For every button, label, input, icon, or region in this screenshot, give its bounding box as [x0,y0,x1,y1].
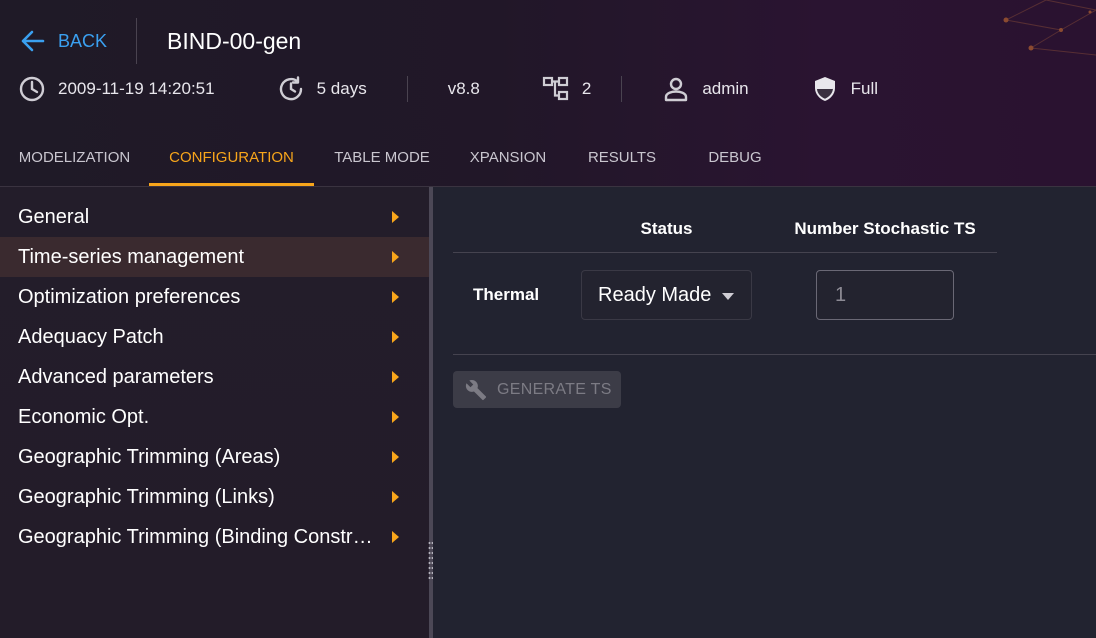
tab-xpansion[interactable]: XPANSION [450,128,566,186]
caret-right-icon [392,451,399,463]
owner-text: admin [702,79,749,98]
variants-text: 2 [581,79,592,98]
menu-item-label: Time-series management [18,245,245,268]
person-icon [665,77,688,102]
menu-item-label: Advanced parameters [18,365,214,388]
account-tree-icon [542,76,568,101]
study-age: 5 days [277,75,367,103]
age-text: 5 days [316,79,367,98]
menu-item-optimization[interactable]: Optimization preferences [0,277,430,317]
variants-count[interactable]: 2 [542,76,591,102]
shield-icon [814,77,835,101]
caret-down-icon [722,293,734,300]
tab-debug[interactable]: DEBUG [678,128,792,186]
header-divider [453,252,997,253]
menu-item-adequacy-patch[interactable]: Adequacy Patch [0,317,430,357]
study-permission: Full [811,75,878,103]
menu-item-label: General [18,205,90,228]
column-header-status: Status [640,219,693,238]
row-label-thermal: Thermal [473,285,540,304]
caret-right-icon [392,211,399,223]
study-version: v8.8 [448,79,480,99]
caret-right-icon [392,531,399,543]
menu-item-label: Economic Opt. [18,405,150,428]
menu-item-label: Geographic Trimming (Links) [18,485,275,508]
menu-item-label: Adequacy Patch [18,325,164,348]
time-series-panel: Status Number Stochastic TS Thermal Read… [433,187,1096,638]
caret-right-icon [392,331,399,343]
constellation-decoration [1003,0,1096,56]
select-value: Ready Made [598,283,712,306]
column-header-number-stochastic-ts: Number Stochastic TS [794,219,976,238]
menu-item-economic-opt[interactable]: Economic Opt. [0,397,430,437]
generate-ts-label: GENERATE TS [497,380,612,398]
date-text: 2009-11-19 14:20:51 [58,79,215,98]
menu-item-general[interactable]: General [0,197,430,237]
permission-text: Full [850,79,879,98]
caret-right-icon [392,291,399,303]
thermal-status-select[interactable]: Ready Made [581,270,752,320]
generate-ts-button[interactable]: GENERATE TS [453,371,621,408]
menu-item-label: Optimization preferences [18,285,241,308]
study-owner: admin [662,75,749,103]
menu-item-time-series[interactable]: Time-series management [0,237,430,277]
caret-right-icon [392,491,399,503]
title-divider [136,18,137,64]
caret-right-icon [392,411,399,423]
back-label: BACK [58,30,108,51]
study-header: BACK BIND-00-gen 2009-11-19 14:20:51 5 d… [0,0,1096,187]
menu-item-label: Geographic Trimming (Binding Constraints… [18,525,378,548]
study-tabs: MODELIZATION CONFIGURATION TABLE MODE XP… [0,128,792,186]
caret-right-icon [392,371,399,383]
info-separator [406,76,408,102]
caret-right-icon [392,251,399,263]
tab-configuration[interactable]: CONFIGURATION [149,128,314,186]
tab-modelization[interactable]: MODELIZATION [0,128,149,186]
tab-table-mode[interactable]: TABLE MODE [314,128,450,186]
history-icon [279,76,302,101]
section-divider [453,354,1096,355]
arrow-left-icon [21,30,45,52]
menu-item-trimming-links[interactable]: Geographic Trimming (Links) [0,477,430,517]
study-date: 2009-11-19 14:20:51 [18,75,215,103]
study-title: BIND-00-gen [167,28,302,54]
menu-item-advanced-parameters[interactable]: Advanced parameters [0,357,430,397]
version-text: v8.8 [447,79,480,98]
info-separator [621,76,623,102]
study-info-row: 2009-11-19 14:20:51 5 days v8.8 2 admin … [18,74,878,104]
wrench-icon [465,379,487,400]
configuration-menu: General Time-series management Optimizat… [0,187,430,638]
thermal-number-input[interactable]: 1 [816,270,954,320]
tab-results[interactable]: RESULTS [566,128,678,186]
menu-item-trimming-binding-constraints[interactable]: Geographic Trimming (Binding Constraints… [0,517,430,557]
menu-item-label: Geographic Trimming (Areas) [18,445,281,468]
clock-icon [19,76,45,102]
menu-item-trimming-areas[interactable]: Geographic Trimming (Areas) [0,437,430,477]
back-button[interactable]: BACK [18,26,107,56]
input-value: 1 [835,283,847,306]
